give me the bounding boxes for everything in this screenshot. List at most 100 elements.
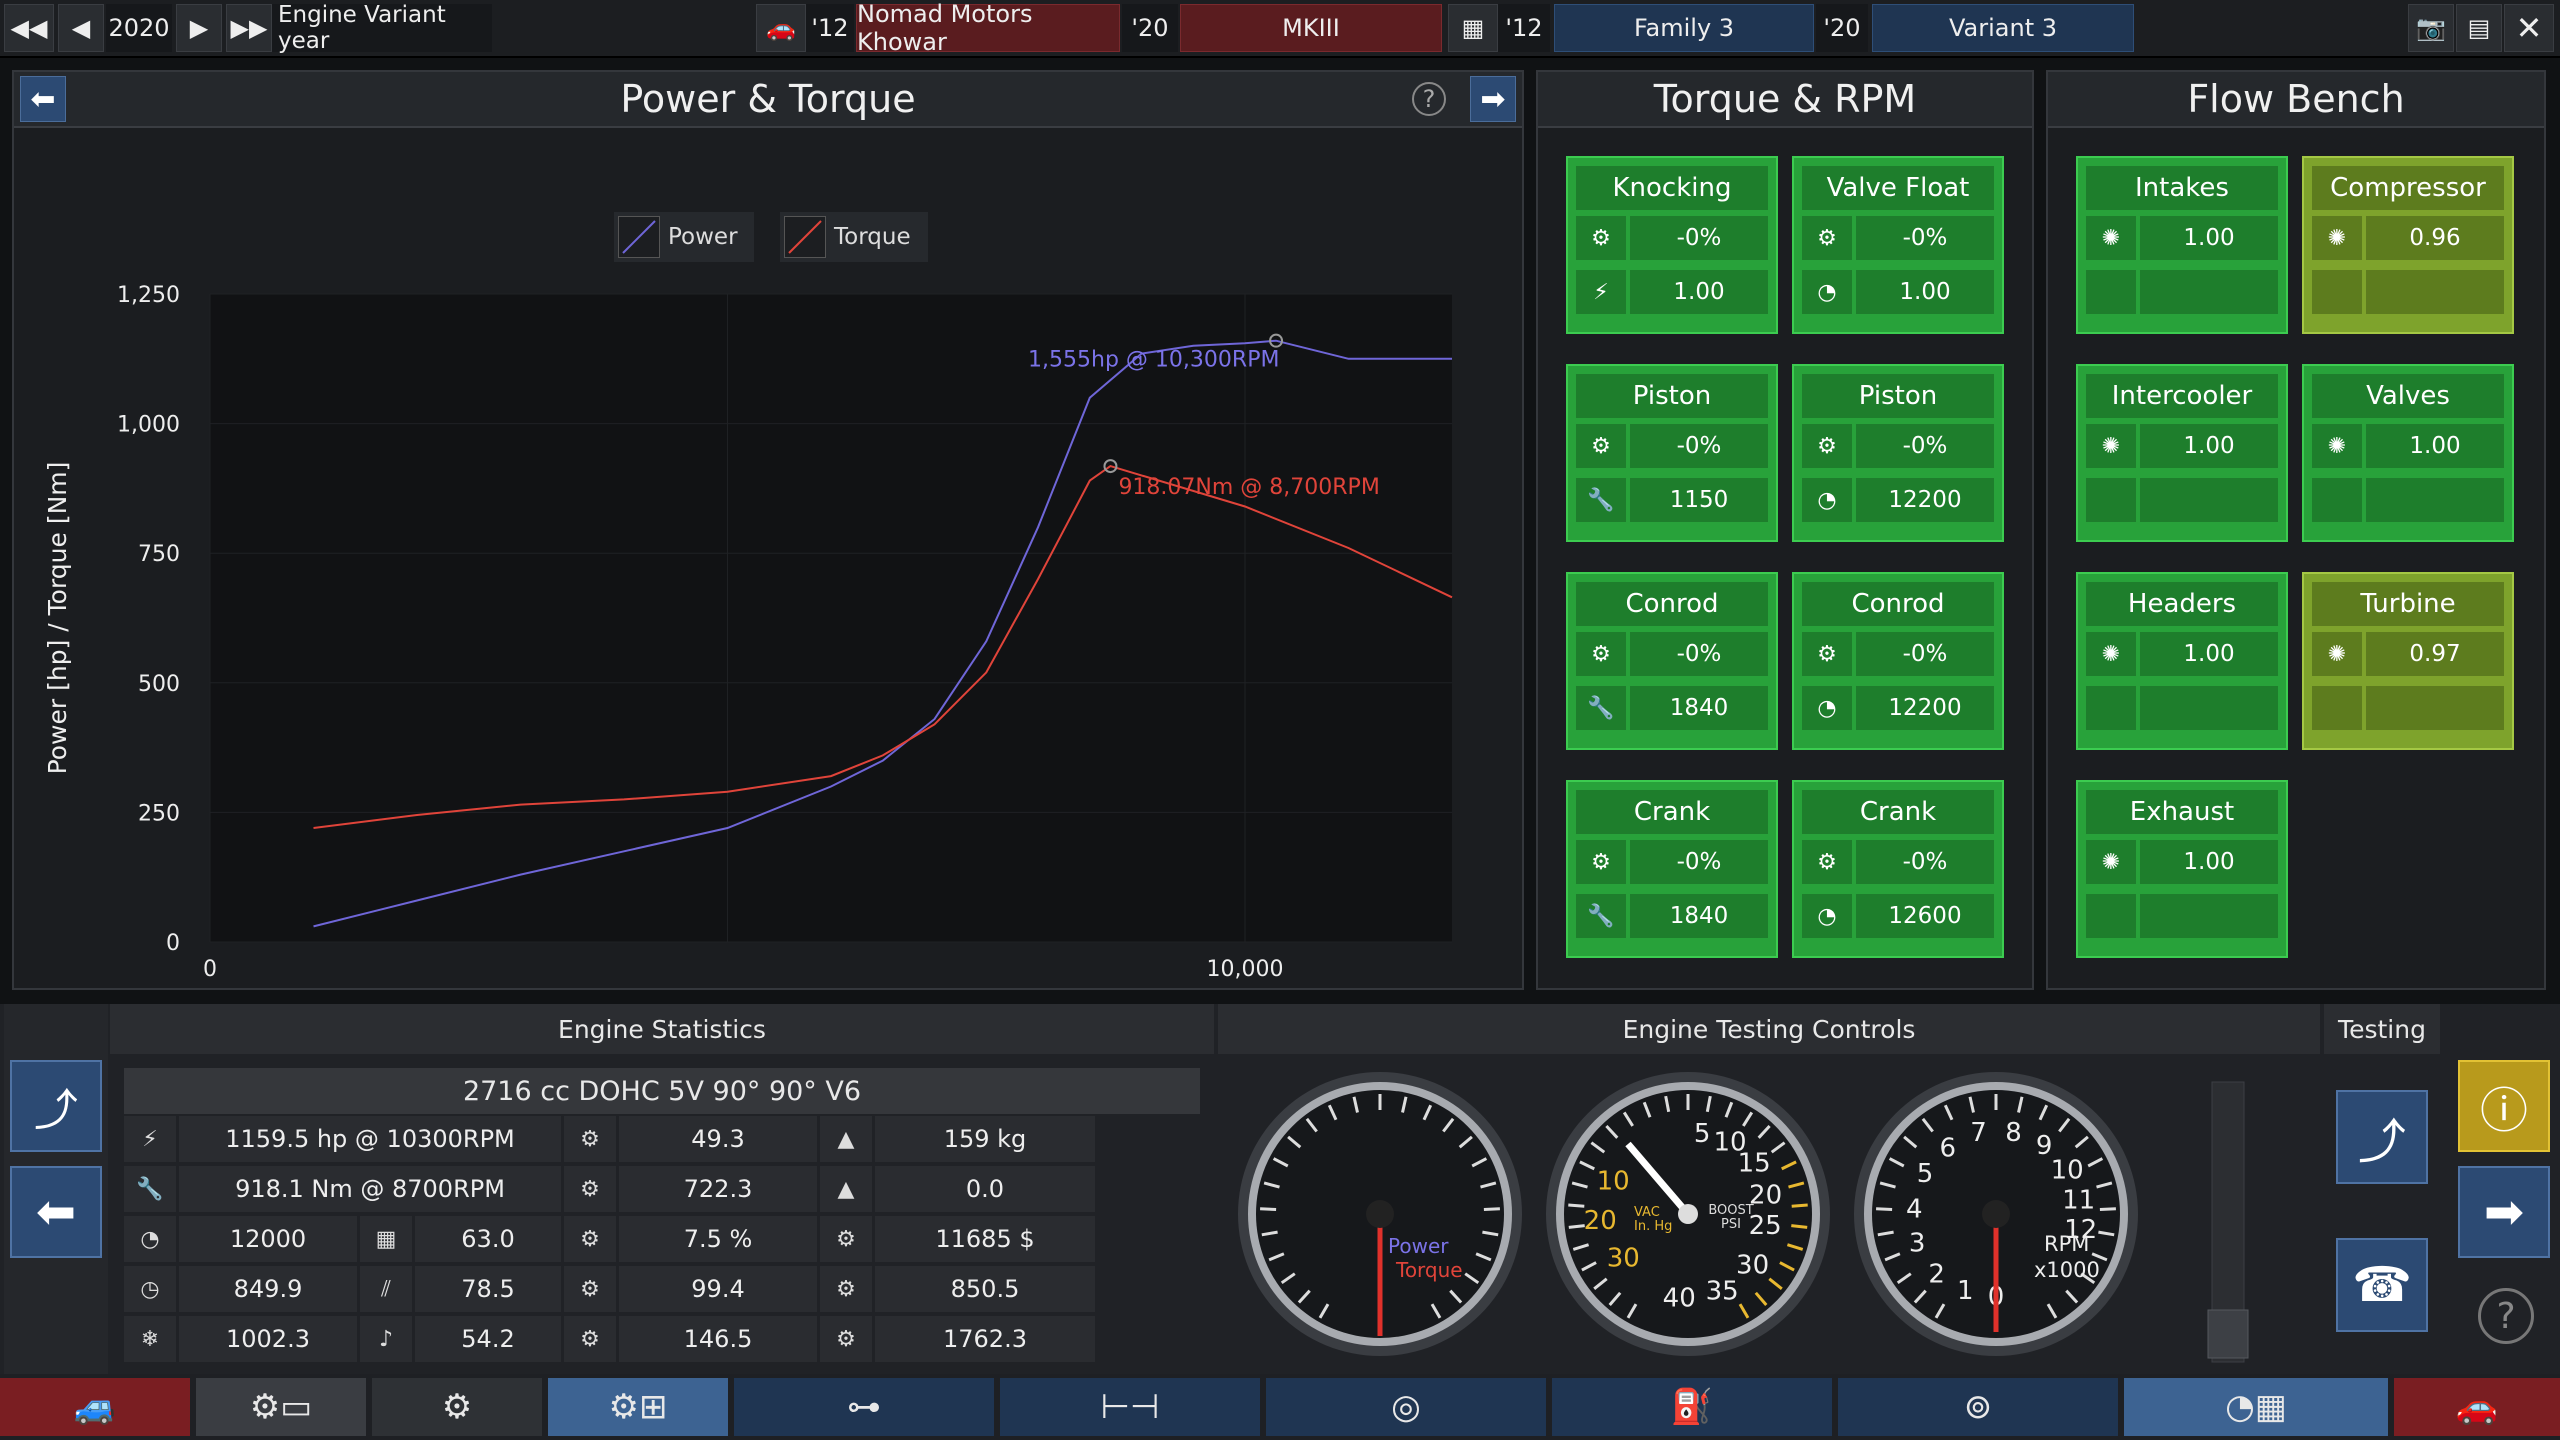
torque-rpm-card[interactable]: Piston ⚙ -0% ◔ 12200: [1792, 364, 2004, 542]
gauge-icon: ◔: [1802, 686, 1852, 730]
y-tick-label: 1,000: [117, 413, 180, 438]
next-year-button[interactable]: ▶: [176, 4, 222, 52]
gauge-number: 20: [1584, 1206, 1617, 1236]
torque-rpm-card[interactable]: Crank ⚙ -0% 🔧 1840: [1566, 780, 1778, 958]
torque-rpm-card[interactable]: Piston ⚙ -0% 🔧 1150: [1566, 364, 1778, 542]
calculator-button[interactable]: ▤: [2456, 4, 2502, 52]
stat-icon: ▲: [820, 1116, 872, 1162]
card-value: 1.00: [2366, 424, 2504, 468]
last-year-button[interactable]: ▶▶: [226, 4, 272, 52]
power-peak-annotation: 1,555hp @ 10,300RPM: [1028, 348, 1279, 373]
nav-bottom-end[interactable]: ⊶: [734, 1378, 994, 1436]
nav-fuel-system[interactable]: ⛽: [1552, 1378, 1832, 1436]
graph-button[interactable]: ⤴: [10, 1060, 102, 1152]
next-button[interactable]: ➡: [2458, 1166, 2550, 1258]
card-value-1: -0%: [1630, 216, 1768, 260]
power-torque-title: Power & Torque: [14, 72, 1522, 128]
cooling-icon: ❄: [124, 1316, 176, 1362]
airflow-icon: ✺: [2086, 424, 2136, 468]
variant-name[interactable]: Variant 3: [1872, 4, 2134, 52]
warning-icon: ⓘ: [2479, 1083, 2528, 1139]
throttle-slider-handle: [2207, 1309, 2249, 1359]
stat-icon: ⫽: [360, 1266, 412, 1312]
car-icon-button[interactable]: 🚗: [756, 4, 806, 52]
prev-graph-button[interactable]: ⬅: [20, 76, 66, 122]
airflow-icon: ✺: [2312, 632, 2362, 676]
nav-engine-block[interactable]: ⚙: [372, 1378, 542, 1436]
arrow-right-icon: ➡: [2483, 1184, 2525, 1240]
torque-rpm-card[interactable]: Crank ⚙ -0% ◔ 12600: [1792, 780, 2004, 958]
torque-rpm-card[interactable]: Conrod ⚙ -0% 🔧 1840: [1566, 572, 1778, 750]
nav-engine-test[interactable]: ◔▦: [2124, 1378, 2388, 1436]
engine-stats-title: Engine Statistics: [110, 1004, 1214, 1054]
nav-exhaust[interactable]: ⊚: [1838, 1378, 2118, 1436]
graph-curve-icon: ⤴: [2357, 1114, 2406, 1170]
testing-title: Testing: [2324, 1004, 2440, 1054]
y-tick-label: 0: [166, 931, 180, 956]
nav-engine-family[interactable]: ⚙▭: [196, 1378, 366, 1436]
flow-bench-card[interactable]: Turbine ✺ 0.97: [2302, 572, 2514, 750]
torque-rpm-card[interactable]: Knocking ⚙ -0% ⚡ 1.00: [1566, 156, 1778, 334]
card-value-2: 1840: [1630, 686, 1768, 730]
close-button[interactable]: ✕: [2504, 4, 2554, 52]
card-title: Crank: [1802, 790, 1994, 834]
gauge-vac-label: VAC In. Hg: [1634, 1205, 1673, 1234]
flow-bench-card[interactable]: Intakes ✺ 1.00: [2076, 156, 2288, 334]
airflow-icon: ✺: [2312, 424, 2362, 468]
test-graph-button[interactable]: ⤴: [2336, 1090, 2428, 1184]
stat-value: 12000: [179, 1216, 357, 1262]
empty-cell: [2086, 686, 2136, 730]
gauge-number: 2: [1928, 1259, 1945, 1289]
camshaft-icon: ⊢⊣: [1100, 1387, 1160, 1427]
prev-year-button[interactable]: ◀: [58, 4, 104, 52]
arrow-left-icon: ⬅: [30, 81, 56, 117]
nav-top-end[interactable]: ⊢⊣: [1000, 1378, 1260, 1436]
flow-bench-card[interactable]: Compressor ✺ 0.96: [2302, 156, 2514, 334]
engine-summary: 2716 cc DOHC 5V 90° 90° V6: [124, 1068, 1200, 1114]
next-graph-button[interactable]: ➡: [1470, 76, 1516, 122]
torque-rpm-card[interactable]: Valve Float ⚙ -0% ◔ 1.00: [1792, 156, 2004, 334]
empty-cell: [2312, 478, 2362, 522]
card-value: 1.00: [2140, 424, 2278, 468]
limit-icon: 🔧: [1576, 478, 1626, 522]
limit-icon: ⚡: [1576, 270, 1626, 314]
dyno-button[interactable]: ☎: [2336, 1238, 2428, 1332]
engine-icon-button[interactable]: ▦: [1448, 4, 1498, 52]
help-icon[interactable]: ?: [2478, 1288, 2534, 1344]
gauge-boost-label: BOOST PSI: [1708, 1203, 1754, 1232]
card-title: Headers: [2086, 582, 2278, 626]
first-year-button[interactable]: ◀◀: [4, 4, 54, 52]
stat-icon: ⚙: [820, 1216, 872, 1262]
stat-icon: ▲: [820, 1166, 872, 1212]
stat-icon: ♪: [360, 1316, 412, 1362]
warning-button[interactable]: ⓘ: [2458, 1060, 2550, 1152]
screenshot-button[interactable]: 📷: [2408, 4, 2454, 52]
empty-cell: [2140, 478, 2278, 522]
model-year-to: '20: [1122, 4, 1178, 52]
card-value-1: -0%: [1856, 424, 1994, 468]
card-title: Compressor: [2312, 166, 2504, 210]
torque-icon: 🔧: [124, 1166, 176, 1212]
airflow-icon: ✺: [2086, 840, 2136, 884]
help-icon[interactable]: ?: [1412, 82, 1446, 116]
year-value: 2020: [106, 4, 172, 52]
gauge-number: 15: [1738, 1148, 1771, 1178]
nav-engine-variant[interactable]: ⚙⊞: [548, 1378, 728, 1436]
nav-aspiration[interactable]: ◎: [1266, 1378, 1546, 1436]
limit-icon: 🔧: [1576, 686, 1626, 730]
gauge-number: 8: [2005, 1118, 2022, 1148]
torque-rpm-card[interactable]: Conrod ⚙ -0% ◔ 12200: [1792, 572, 2004, 750]
back-button[interactable]: ⬅: [10, 1166, 102, 1258]
model-name[interactable]: Nomad Motors Khowar: [856, 0, 1120, 56]
gauge-number: 40: [1663, 1284, 1696, 1314]
nav-car-design[interactable]: 🚙: [0, 1378, 190, 1436]
flow-bench-card[interactable]: Intercooler ✺ 1.00: [2076, 364, 2288, 542]
family-name[interactable]: Family 3: [1554, 4, 1814, 52]
stat-value: 146.5: [619, 1316, 817, 1362]
flow-bench-card[interactable]: Exhaust ✺ 1.00: [2076, 780, 2288, 958]
nav-car-engine[interactable]: 🚗: [2394, 1378, 2560, 1436]
graph-curve-icon: ⤴: [34, 1085, 78, 1136]
flow-bench-card[interactable]: Valves ✺ 1.00: [2302, 364, 2514, 542]
trim-name[interactable]: MKIII: [1180, 4, 1442, 52]
flow-bench-card[interactable]: Headers ✺ 1.00: [2076, 572, 2288, 750]
